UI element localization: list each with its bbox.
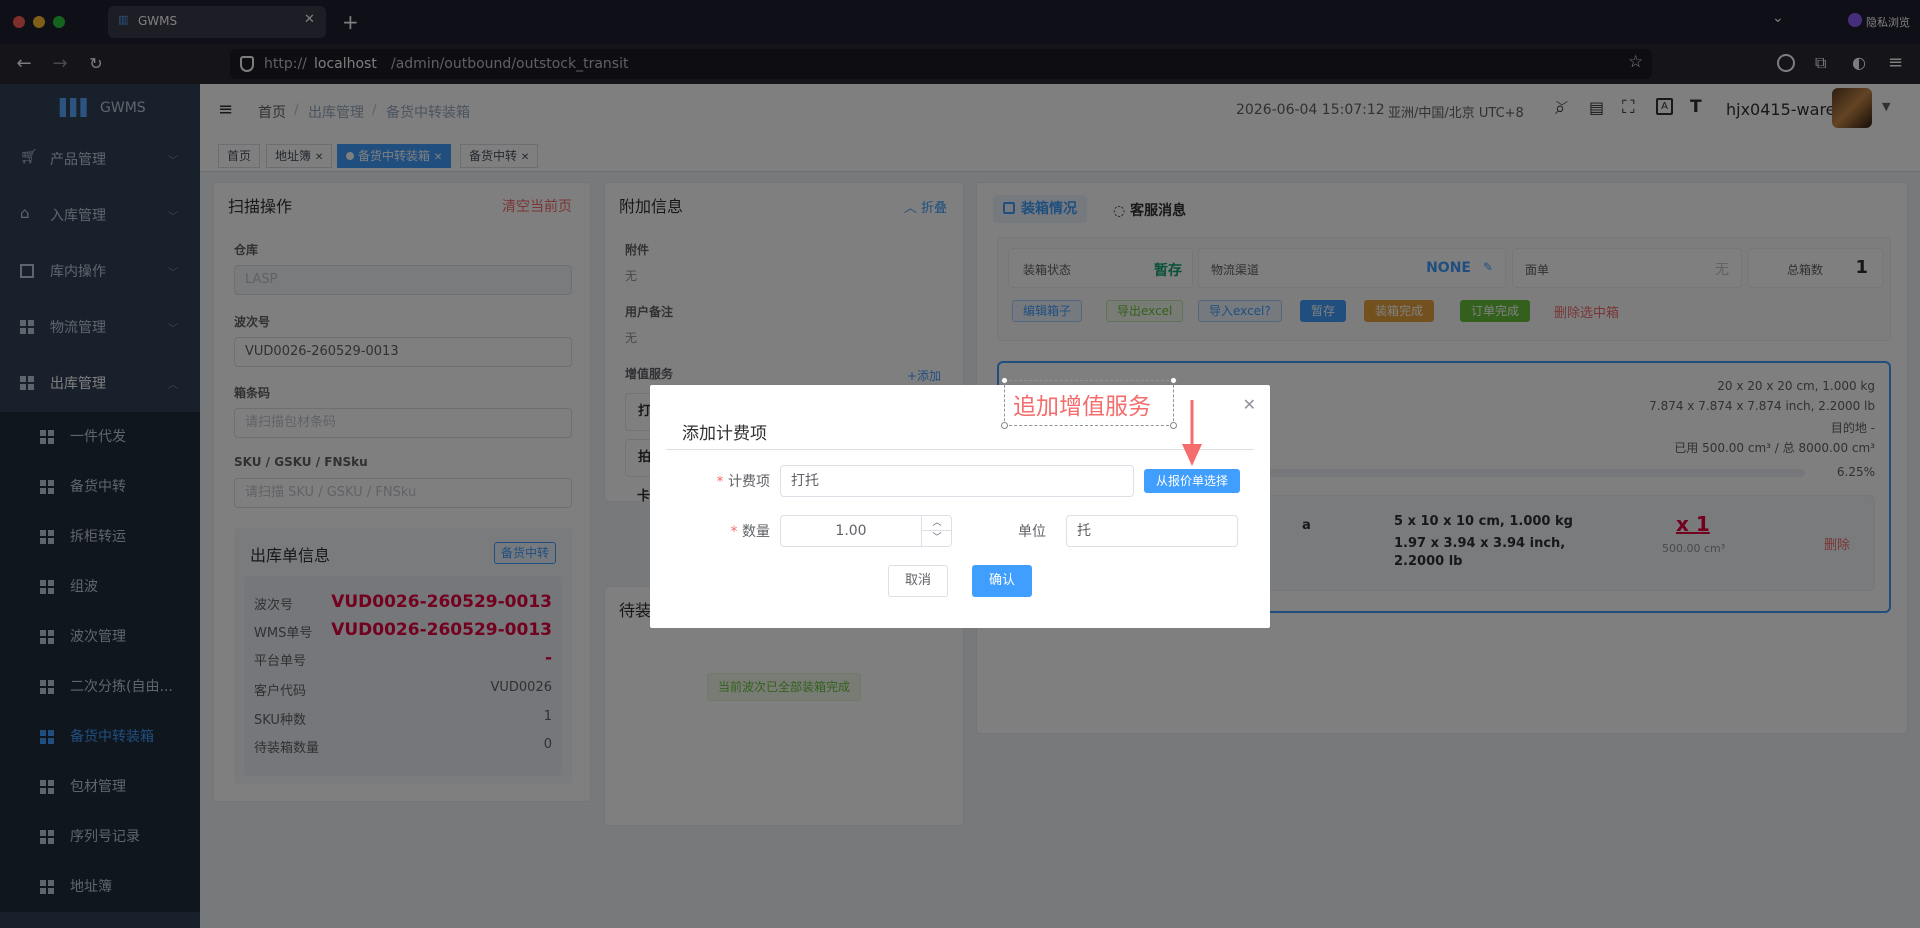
pick-from-quote-button[interactable]: 从报价单选择	[1144, 469, 1241, 493]
resize-handle[interactable]	[1170, 377, 1177, 384]
fee-item-label-text: 计费项	[728, 474, 770, 490]
confirm-button[interactable]: 确认	[972, 565, 1032, 597]
resize-handle[interactable]	[1170, 422, 1177, 429]
qty-stepper[interactable]: 1.00 ︿ ﹀	[780, 515, 952, 547]
cancel-button[interactable]: 取消	[888, 565, 948, 597]
dialog-divider	[666, 449, 1254, 450]
qty-label-text: 数量	[742, 524, 770, 540]
annotation-box[interactable]: 追加增值服务	[1001, 377, 1177, 429]
unit-label: 单位	[1018, 524, 1046, 540]
required-mark: *	[716, 474, 724, 490]
qty-label: * 数量	[710, 521, 770, 541]
annotation-arrow-icon	[1182, 400, 1202, 466]
fee-item-label: * 计费项	[710, 471, 770, 491]
add-fee-dialog: 添加计费项 ✕ * 计费项 打托 从报价单选择 * 数量 1.00 ︿ ﹀ 单位…	[650, 385, 1270, 628]
dialog-close-icon[interactable]: ✕	[1243, 395, 1256, 414]
resize-handle[interactable]	[1001, 377, 1008, 384]
decrement-icon[interactable]: ﹀	[921, 531, 952, 546]
annotation-text: 追加增值服务	[1013, 394, 1151, 420]
increment-icon[interactable]: ︿	[921, 516, 952, 531]
resize-handle[interactable]	[1001, 422, 1008, 429]
fee-item-input[interactable]: 打托	[780, 465, 1134, 497]
unit-input[interactable]: 托	[1066, 515, 1238, 547]
qty-value[interactable]: 1.00	[781, 516, 921, 546]
required-mark: *	[730, 524, 738, 540]
dialog-title: 添加计费项	[682, 424, 767, 444]
